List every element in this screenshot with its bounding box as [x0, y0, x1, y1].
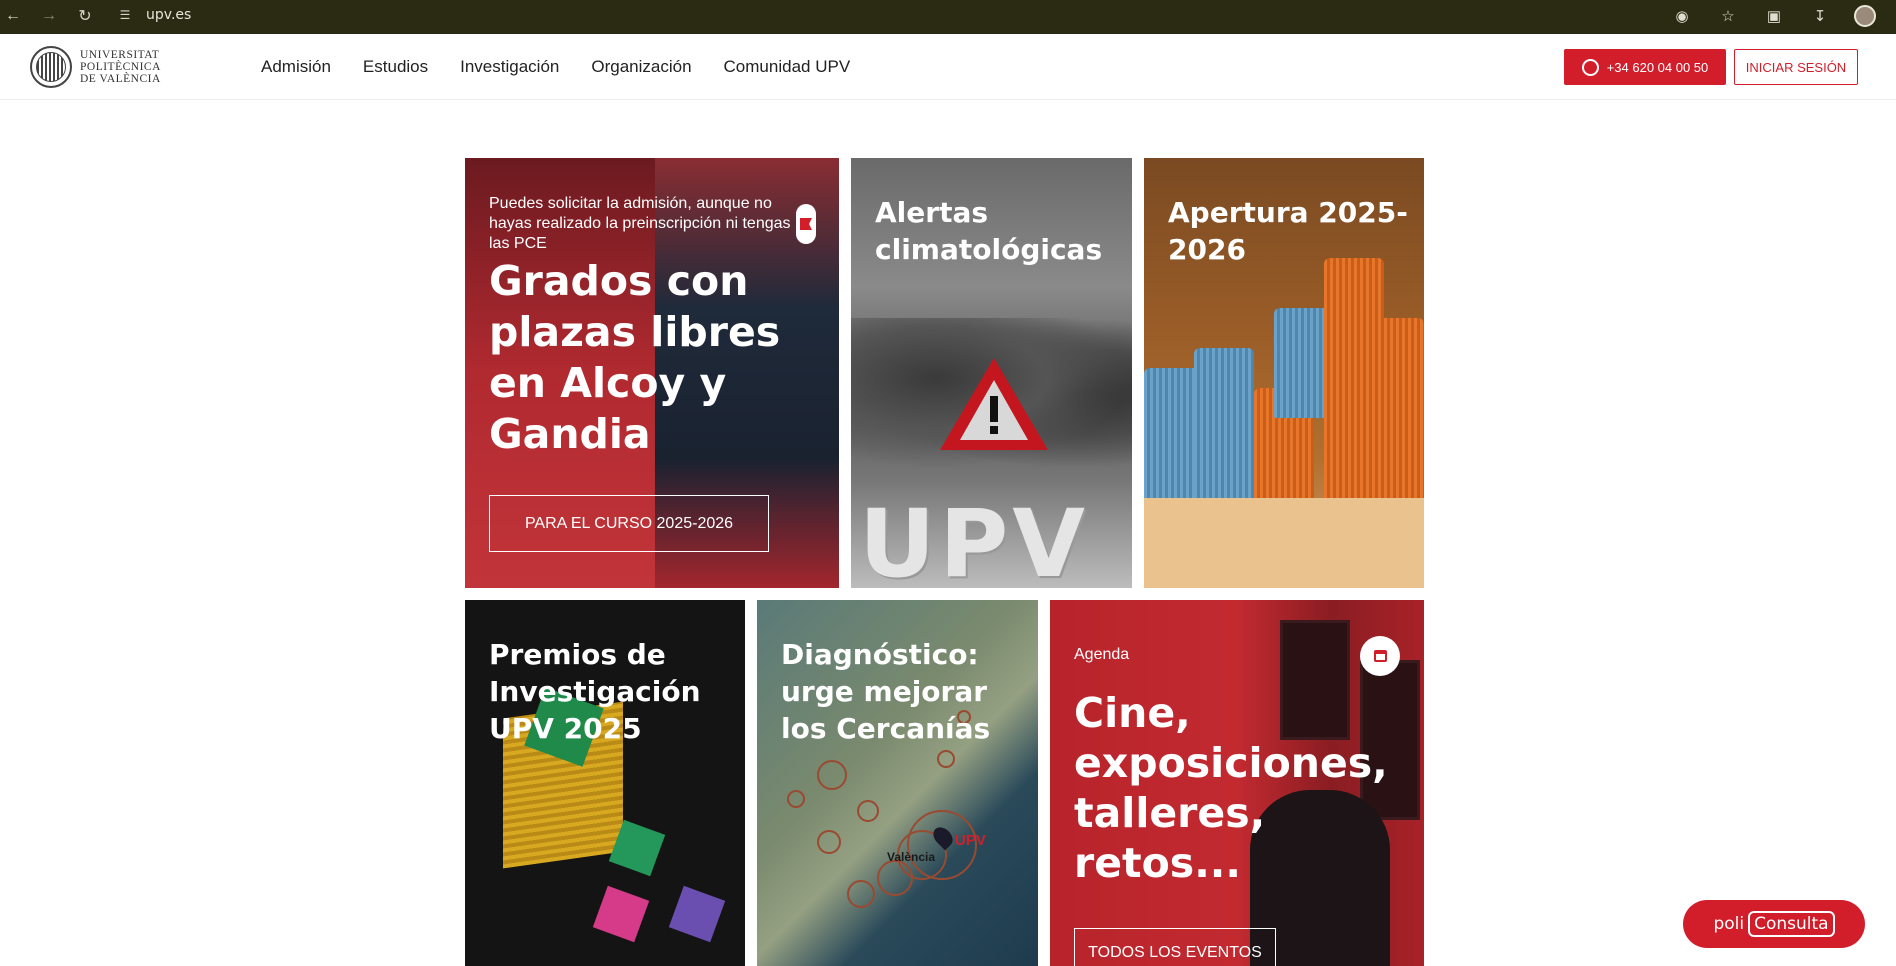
card-diagnostico[interactable]: UPV València Diagnóstico: urge mejorar l… [757, 600, 1038, 966]
nav-estudios[interactable]: Estudios [363, 57, 428, 77]
download-icon[interactable]: ↧ [1808, 4, 1832, 28]
logo-line-1: UNIVERSITAT [80, 49, 160, 61]
login-button[interactable]: INICIAR SESIÓN [1734, 49, 1858, 85]
card-title: Premios de Investigación UPV 2025 [489, 638, 701, 745]
phone-label: +34 620 04 00 50 [1606, 59, 1709, 75]
whatsapp-phone-button[interactable]: +34 620 04 00 50 [1564, 49, 1726, 85]
card-premios[interactable]: Premios de Investigación UPV 2025 [465, 600, 745, 966]
calendar-icon[interactable] [1360, 636, 1400, 676]
map-image [817, 760, 847, 790]
card-title: Grados con plazas libres en Alcoy y Gand… [489, 257, 781, 458]
card-alertas[interactable]: UPV Alertas climatológicas [851, 158, 1132, 588]
card-title: Diagnóstico: urge mejorar los Cercanías [781, 638, 991, 745]
card-apertura[interactable]: Apertura 2025-2026 [1144, 158, 1424, 588]
browser-toolbar: ← → ↻ ☰ upv.es ◉ ☆ ▣ ↧ [0, 0, 1896, 34]
url-text[interactable]: upv.es [146, 7, 191, 23]
profile-avatar[interactable] [1854, 5, 1876, 27]
nav-comunidad[interactable]: Comunidad UPV [724, 57, 851, 77]
upv-logo[interactable]: UNIVERSITAT POLITÈCNICA DE VALÈNCIA [30, 46, 161, 88]
map-city-label: València [887, 850, 936, 864]
back-icon[interactable]: ← [0, 3, 26, 29]
warning-sign-icon [940, 358, 1048, 450]
card-grados[interactable]: Puedes solicitar la admisión, aunque no … [465, 158, 839, 588]
upv-seal-icon [30, 46, 72, 88]
extensions-icon[interactable]: ▣ [1762, 4, 1786, 28]
star-icon[interactable]: ☆ [1716, 4, 1740, 28]
site-settings-icon[interactable]: ☰ [112, 4, 138, 26]
poli-prefix: poli [1713, 914, 1745, 934]
policonsulta-button[interactable]: poli Consulta [1683, 900, 1865, 948]
card-intro: Puedes solicitar la admisión, aunque no … [489, 195, 791, 252]
card-agenda[interactable]: Agenda Cine, exposiciones, talleres, ret… [1050, 600, 1424, 966]
card-title: Alertas climatológicas [875, 196, 1103, 266]
address-bar[interactable]: ☰ upv.es [112, 2, 1752, 28]
nav-investigacion[interactable]: Investigación [460, 57, 559, 77]
card-title: Apertura 2025-2026 [1168, 196, 1408, 266]
upv-sign: UPV [859, 490, 1089, 588]
logo-line-2: POLITÈCNICA [80, 61, 161, 73]
nav-organizacion[interactable]: Organización [591, 57, 691, 77]
card-title: Cine, exposiciones, talleres, retos... [1074, 689, 1388, 887]
reload-icon[interactable]: ↻ [72, 3, 98, 29]
logo-line-3: DE VALÈNCIA [80, 73, 161, 85]
nav-admision[interactable]: Admisión [261, 57, 331, 77]
whatsapp-icon [1581, 58, 1599, 76]
flag-icon[interactable] [796, 204, 816, 244]
main-nav: Admisión Estudios Investigación Organiza… [261, 34, 850, 100]
curso-button[interactable]: PARA EL CURSO 2025-2026 [489, 495, 769, 552]
site-header: UNIVERSITAT POLITÈCNICA DE VALÈNCIA Admi… [0, 34, 1896, 100]
events-button[interactable]: TODOS LOS EVENTOS [1074, 928, 1276, 966]
poli-boxed: Consulta [1748, 911, 1835, 937]
eye-off-icon[interactable]: ◉ [1670, 4, 1694, 28]
card-kicker: Agenda [1074, 646, 1130, 663]
forward-icon[interactable]: → [36, 3, 62, 29]
map-upv-label: UPV [955, 832, 986, 849]
